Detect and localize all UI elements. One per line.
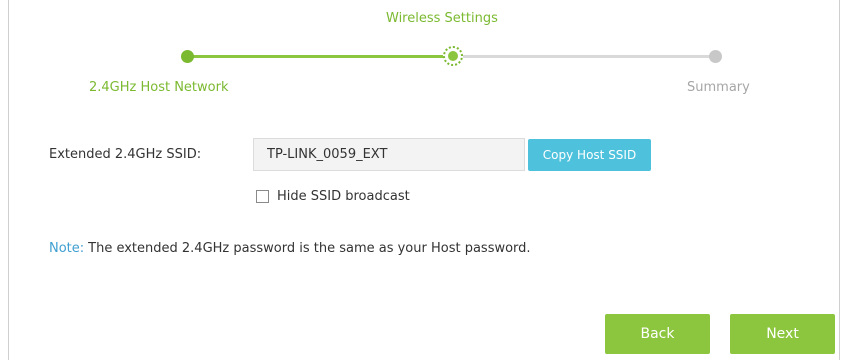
step-host-network-dot-icon xyxy=(181,50,194,63)
progress-track-complete xyxy=(182,55,452,58)
step-wireless-settings-dot-icon xyxy=(443,46,463,66)
next-button[interactable]: Next xyxy=(730,314,835,354)
back-button[interactable]: Back xyxy=(605,314,710,354)
hide-ssid-row[interactable]: Hide SSID broadcast xyxy=(256,188,410,204)
step-label-summary: Summary xyxy=(687,80,750,95)
note-text: The extended 2.4GHz password is the same… xyxy=(88,241,531,256)
wizard-panel: Wireless Settings 2.4GHz Host Network Su… xyxy=(8,0,840,360)
wizard-step-title: Wireless Settings xyxy=(386,11,498,26)
progress-track-remaining xyxy=(452,55,716,58)
step-label-host-network: 2.4GHz Host Network xyxy=(89,80,229,95)
note-prefix: Note: xyxy=(49,241,85,256)
password-note: Note: The extended 2.4GHz password is the… xyxy=(49,241,531,256)
ssid-field-label: Extended 2.4GHz SSID: xyxy=(49,147,202,162)
hide-ssid-label[interactable]: Hide SSID broadcast xyxy=(277,189,410,204)
ssid-input[interactable] xyxy=(253,138,525,171)
step-summary-dot-icon xyxy=(709,50,722,63)
copy-host-ssid-button[interactable]: Copy Host SSID xyxy=(528,139,651,171)
hide-ssid-checkbox[interactable] xyxy=(256,189,269,203)
